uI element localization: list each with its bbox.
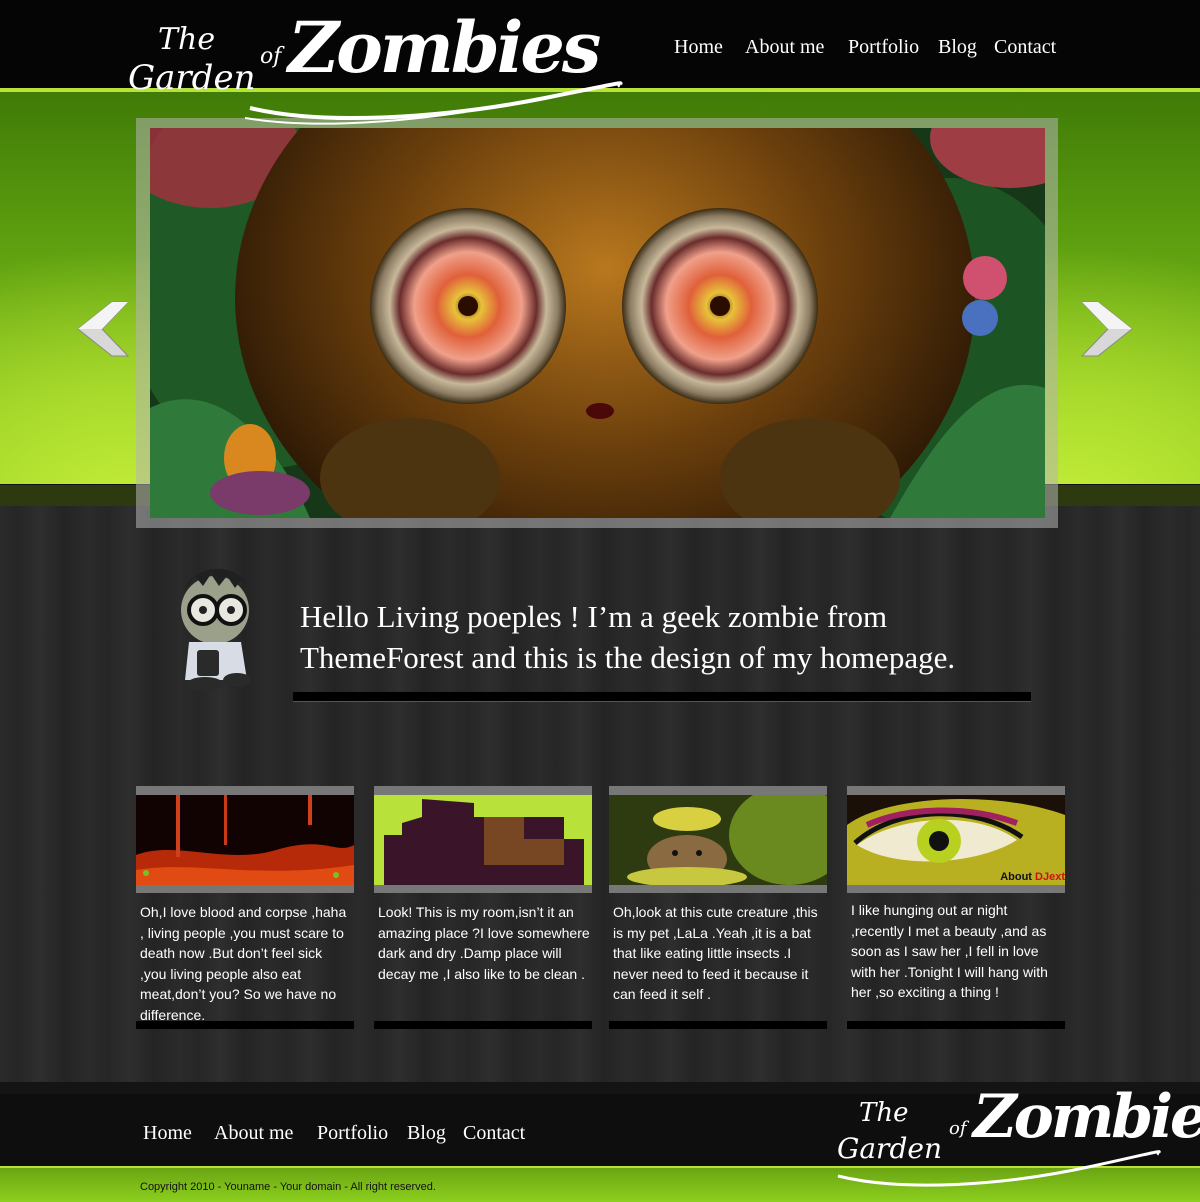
logo-zombies: Zombies xyxy=(288,6,601,89)
intro-divider xyxy=(293,692,1031,702)
logo-zombies: Zombies xyxy=(973,1082,1200,1152)
logo-the: The xyxy=(158,22,216,57)
blood-illustration xyxy=(136,795,354,885)
card-image-room xyxy=(374,795,592,885)
footer-nav-about[interactable]: About me xyxy=(214,1122,293,1145)
card-divider xyxy=(374,1021,592,1029)
card-image-eye: About DJext xyxy=(847,795,1065,885)
zombie-mascot-icon xyxy=(181,568,251,691)
slider-prev-arrow[interactable] xyxy=(76,300,132,358)
card-divider xyxy=(136,1021,354,1029)
logo-garden: Garden xyxy=(128,58,256,98)
nav-about[interactable]: About me xyxy=(745,36,824,59)
copyright-text: Copyright 2010 - Youname - Your domain -… xyxy=(140,1181,436,1193)
card-text: Oh,look at this cute creature ,this is m… xyxy=(613,904,818,1002)
card-text: I like hunging out ar night ,recently I … xyxy=(851,902,1048,1000)
nav-portfolio[interactable]: Portfolio xyxy=(848,36,919,59)
card-divider xyxy=(609,1021,827,1029)
card-image-caption: About DJext xyxy=(1000,871,1065,883)
card-image-bat xyxy=(609,795,827,885)
card-divider xyxy=(847,1021,1065,1029)
zombie-avatar xyxy=(175,562,260,692)
chevron-left-icon xyxy=(77,301,130,357)
creature-illustration xyxy=(150,128,1045,518)
ruined-room-illustration xyxy=(374,795,592,885)
card-text: Look! This is my room,isn’t it an amazin… xyxy=(378,904,590,982)
slider-next-arrow[interactable] xyxy=(1078,300,1134,358)
footer-logo[interactable]: The Garden of Zombies xyxy=(833,1076,1200,1196)
nav-home[interactable]: Home xyxy=(674,36,723,59)
card-image-blood xyxy=(136,795,354,885)
card-text: Oh,I love blood and corpse ,haha , livin… xyxy=(140,904,347,1023)
site-logo[interactable]: The Garden of Zombies xyxy=(120,0,623,132)
logo-of: of xyxy=(949,1118,967,1139)
footer-nav-home[interactable]: Home xyxy=(143,1122,192,1145)
footer-nav-portfolio[interactable]: Portfolio xyxy=(317,1122,388,1145)
nav-blog[interactable]: Blog xyxy=(938,36,977,59)
logo-garden: Garden xyxy=(837,1132,942,1165)
intro-text: Hello Living poeples ! I’m a geek zombie… xyxy=(300,599,956,675)
footer-nav-blog[interactable]: Blog xyxy=(407,1122,446,1145)
slider-image[interactable] xyxy=(150,128,1045,518)
chevron-right-icon xyxy=(1080,301,1133,357)
footer-nav-contact[interactable]: Contact xyxy=(463,1122,525,1145)
nav-contact[interactable]: Contact xyxy=(994,36,1056,59)
logo-of: of xyxy=(260,44,282,69)
bat-creature-illustration xyxy=(609,795,827,885)
logo-the: The xyxy=(859,1098,909,1128)
